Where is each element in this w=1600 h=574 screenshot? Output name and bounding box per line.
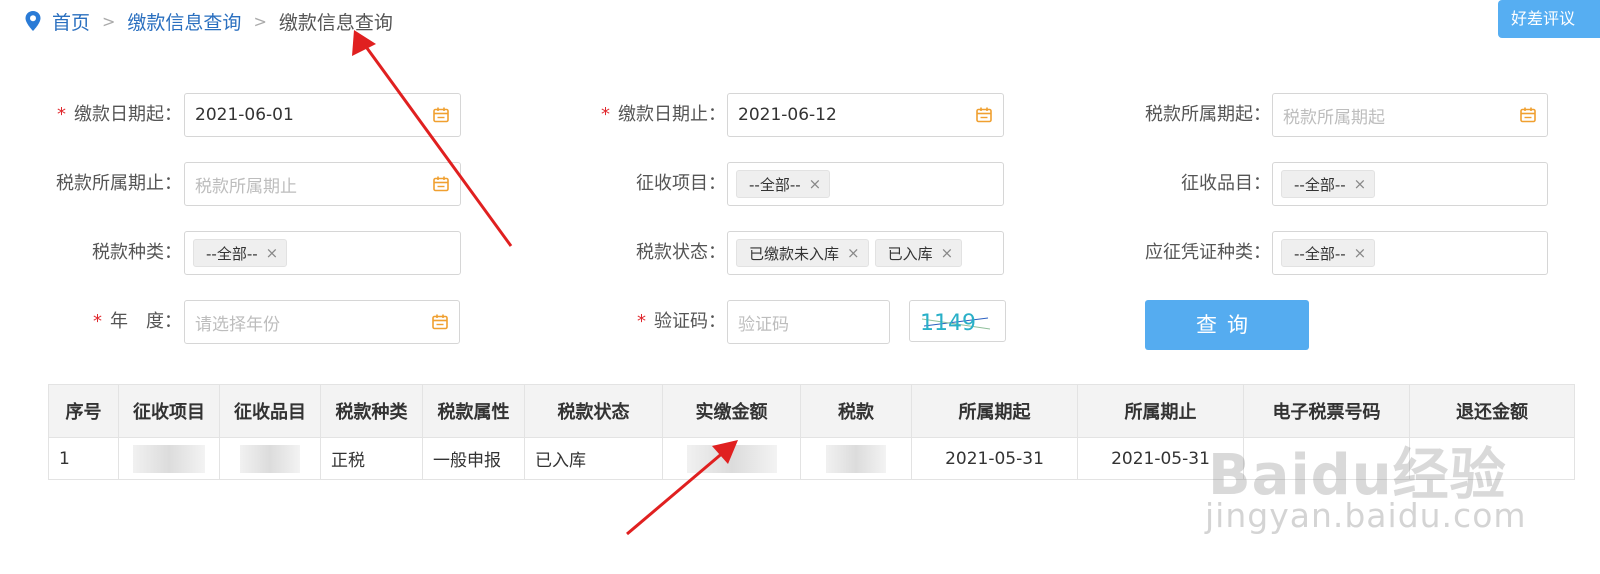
col-index-header: 序号	[48, 384, 119, 438]
captcha-text: 1149	[920, 311, 976, 336]
pay-date-start-input[interactable]: 2021-06-01	[184, 93, 461, 137]
col-levy-subitem-header: 征收品目	[219, 384, 321, 438]
captcha-input[interactable]: 验证码	[727, 300, 890, 344]
col-tax-type-header: 税款种类	[320, 384, 423, 438]
levy-item-select[interactable]: --全部-- ×	[727, 162, 1004, 206]
levy-subitem-label: 征收品目：	[1181, 173, 1271, 194]
breadcrumb: 首页 > 缴款信息查询 > 缴款信息查询	[24, 8, 393, 34]
tax-period-start-input[interactable]: 税款所属期起	[1272, 93, 1548, 137]
calendar-icon[interactable]	[432, 175, 450, 193]
breadcrumb-current: 缴款信息查询	[278, 11, 393, 34]
pay-date-end-input[interactable]: 2021-06-12	[727, 93, 1004, 137]
captcha-graphic: 1149	[920, 311, 991, 336]
tax-period-start-label: 税款所属期起：	[1145, 104, 1271, 125]
location-pin-icon	[25, 11, 41, 31]
cell-tax-type: 正税	[320, 437, 423, 480]
cell-levy-item-redacted	[118, 437, 220, 480]
captcha-placeholder: 验证码	[738, 314, 789, 335]
tag-stored: 已入库 ×	[874, 239, 963, 267]
cell-paid-amount-redacted	[662, 437, 801, 480]
tag-remove-icon[interactable]: ×	[266, 244, 279, 262]
col-paid-amount-header: 实缴金额	[662, 384, 801, 438]
tax-period-end-input[interactable]: 税款所属期止	[184, 162, 461, 206]
col-status-header: 税款状态	[524, 384, 663, 438]
tax-status-label: 税款状态：	[636, 242, 726, 263]
pay-date-end-label: * 缴款日期止：	[601, 104, 726, 125]
col-tax-header: 税款	[800, 384, 912, 438]
voucher-type-select[interactable]: --全部-- ×	[1272, 231, 1548, 275]
cell-levy-subitem-redacted	[219, 437, 321, 480]
tag-remove-icon[interactable]: ×	[847, 244, 860, 262]
tag-all: --全部-- ×	[736, 170, 831, 198]
breadcrumb-home-link[interactable]: 首页	[52, 8, 90, 35]
calendar-icon[interactable]	[1519, 106, 1537, 124]
levy-item-label: 征收项目：	[636, 173, 726, 194]
calendar-icon[interactable]	[975, 106, 993, 124]
tag-remove-icon[interactable]: ×	[1354, 175, 1367, 193]
tax-period-end-label: 税款所属期止：	[56, 173, 182, 194]
tag-remove-icon[interactable]: ×	[1354, 244, 1367, 262]
year-input[interactable]: 请选择年份	[184, 300, 460, 344]
tag-all: --全部-- ×	[1281, 239, 1376, 267]
tax-type-select[interactable]: --全部-- ×	[184, 231, 461, 275]
pay-date-start-label: * 缴款日期起：	[57, 104, 182, 125]
tax-period-start-placeholder: 税款所属期起	[1283, 107, 1385, 128]
calendar-icon[interactable]	[432, 106, 450, 124]
col-period-start-header: 所属期起	[911, 384, 1078, 438]
breadcrumb-separator: >	[102, 11, 116, 31]
tag-remove-icon[interactable]: ×	[809, 175, 822, 193]
year-placeholder: 请选择年份	[195, 314, 280, 335]
tag-all: --全部-- ×	[193, 239, 288, 267]
watermark-url: jingyan.baidu.com	[1205, 496, 1527, 535]
breadcrumb-parent-link[interactable]: 缴款信息查询	[127, 8, 241, 35]
pay-date-end-value: 2021-06-12	[738, 105, 837, 125]
tag-all: --全部-- ×	[1281, 170, 1376, 198]
pay-date-start-value: 2021-06-01	[195, 105, 294, 125]
captcha-image[interactable]: 1149	[909, 300, 1006, 342]
calendar-icon[interactable]	[431, 313, 449, 331]
rate-service-button[interactable]: 好差评议	[1498, 0, 1600, 38]
voucher-type-label: 应征凭证种类：	[1145, 242, 1271, 263]
levy-subitem-select[interactable]: --全部-- ×	[1272, 162, 1548, 206]
col-levy-item-header: 征收项目	[118, 384, 220, 438]
query-button[interactable]: 查询	[1145, 300, 1309, 350]
year-label: * 年 度：	[93, 311, 182, 332]
cell-tax-attr: 一般申报	[422, 437, 525, 480]
captcha-label: * 验证码：	[637, 311, 726, 332]
cell-tax-redacted	[800, 437, 912, 480]
breadcrumb-separator: >	[253, 11, 267, 31]
tax-type-label: 税款种类：	[92, 242, 182, 263]
arrow-to-breadcrumb	[352, 30, 513, 247]
tax-period-end-placeholder: 税款所属期止	[195, 176, 297, 197]
col-tax-attr-header: 税款属性	[422, 384, 525, 438]
cell-period-start: 2021-05-31	[911, 437, 1078, 480]
cell-index: 1	[48, 437, 119, 480]
cell-status: 已入库	[524, 437, 663, 480]
tag-remove-icon[interactable]: ×	[941, 244, 954, 262]
tax-status-select[interactable]: 已缴款未入库 × 已入库 ×	[727, 231, 1004, 275]
tag-paid-not-stored: 已缴款未入库 ×	[736, 239, 869, 267]
